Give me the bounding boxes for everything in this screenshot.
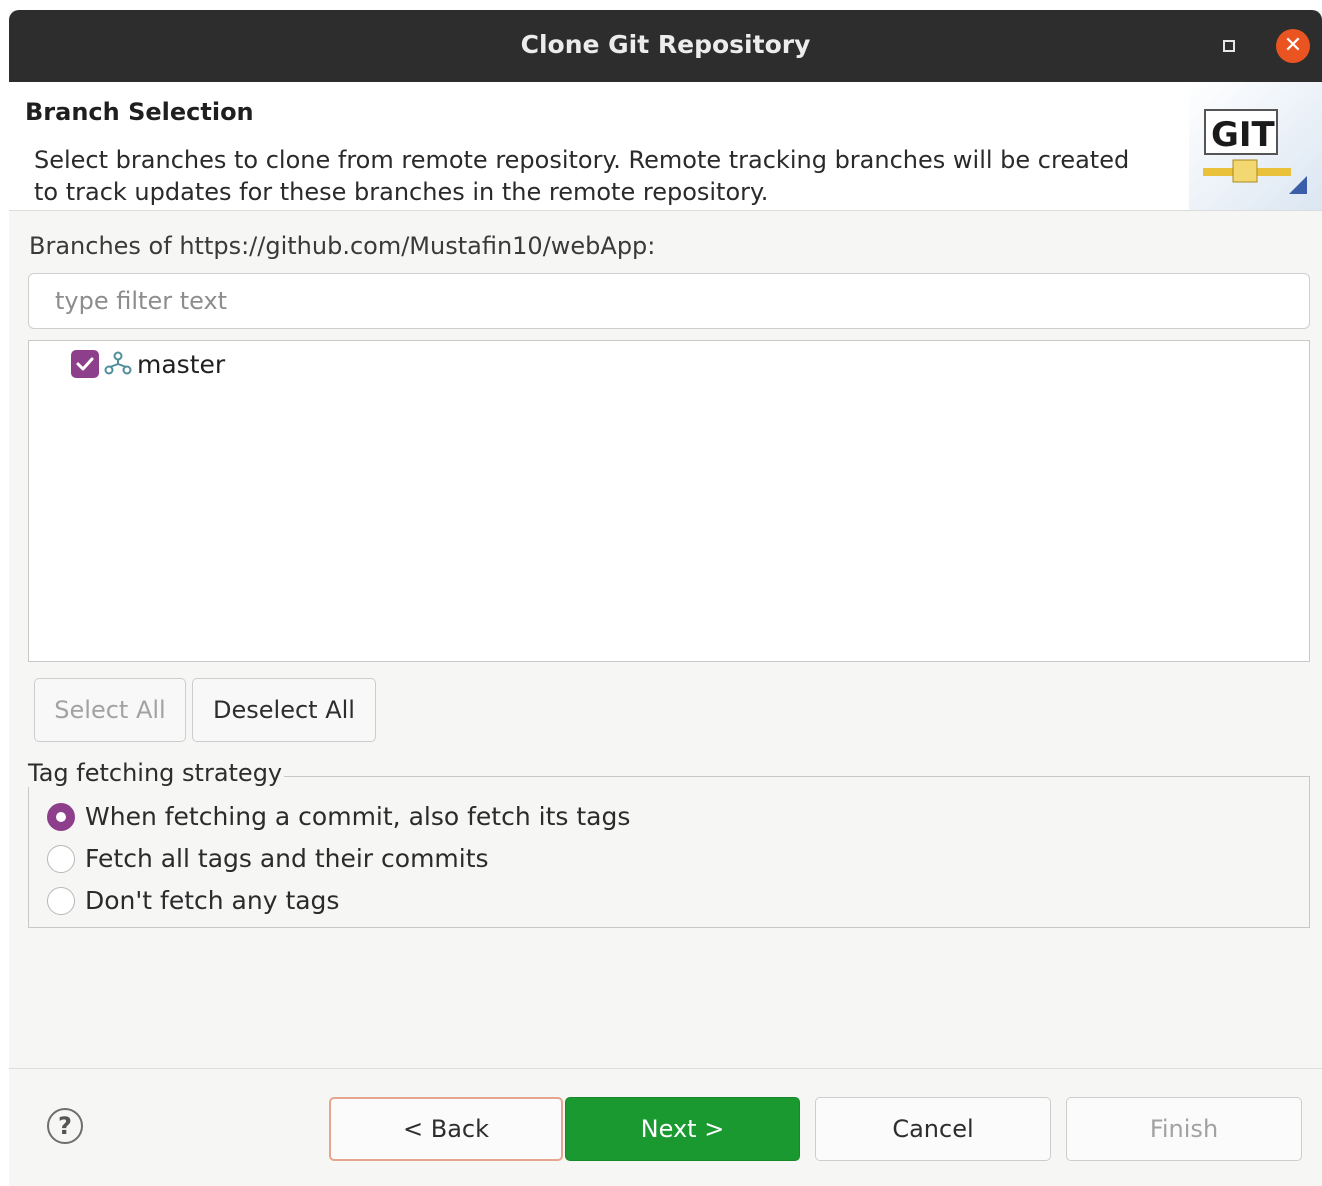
footer-divider [9,1068,1322,1069]
finish-button[interactable]: Finish [1066,1097,1302,1161]
radio-label: Don't fetch any tags [85,886,340,915]
cancel-button[interactable]: Cancel [815,1097,1051,1161]
git-logo-icon: GIT [1189,82,1322,210]
maximize-icon[interactable] [1223,40,1235,52]
back-button[interactable]: < Back [329,1097,563,1161]
dialog-window: Clone Git Repository ✕ Branch Selection … [9,10,1322,1186]
branch-list[interactable]: master [28,340,1310,662]
select-all-button[interactable]: Select All [34,678,186,742]
branches-label: Branches of https://github.com/Mustafin1… [29,232,656,260]
radio-option-fetch-all-tags[interactable]: Fetch all tags and their commits [47,844,489,873]
branch-checkbox[interactable] [71,350,99,378]
close-icon[interactable]: ✕ [1276,29,1310,63]
radio-option-no-tags[interactable]: Don't fetch any tags [47,886,339,915]
title-bar: Clone Git Repository ✕ [9,10,1322,82]
wizard-header: Branch Selection Select branches to clon… [9,82,1322,211]
tag-strategy-legend: Tag fetching strategy [28,759,285,787]
radio-button[interactable] [47,844,75,873]
radio-button[interactable] [47,802,75,831]
page-title: Branch Selection [25,98,254,126]
radio-option-fetch-commit-tags[interactable]: When fetching a commit, also fetch its t… [47,802,630,831]
deselect-all-button[interactable]: Deselect All [192,678,376,742]
radio-label: Fetch all tags and their commits [85,844,489,873]
branch-icon [104,351,132,375]
list-item[interactable]: master [71,347,225,381]
branch-name: master [137,349,226,379]
radio-button[interactable] [47,886,75,915]
filter-input[interactable] [28,273,1310,329]
check-icon [76,357,94,371]
radio-label: When fetching a commit, also fetch its t… [85,802,631,831]
window-title: Clone Git Repository [520,30,811,59]
svg-text:GIT: GIT [1211,115,1276,155]
help-icon[interactable]: ? [47,1108,83,1144]
page-description: Select branches to clone from remote rep… [34,146,1130,206]
next-button[interactable]: Next > [565,1097,800,1161]
